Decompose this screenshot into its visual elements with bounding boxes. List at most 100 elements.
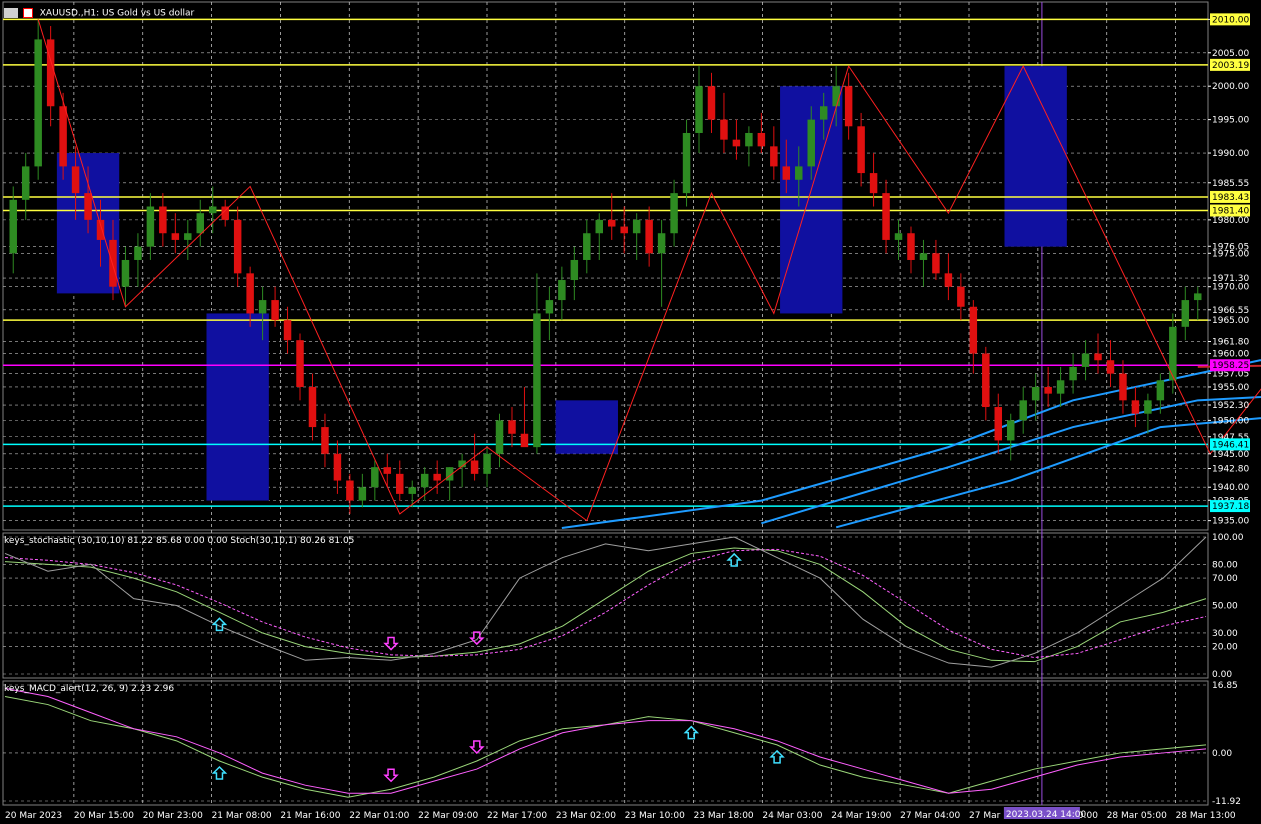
candle-body — [1044, 386, 1052, 394]
sub-y-tick-label: 30.00 — [1212, 629, 1238, 639]
candle-body — [483, 453, 491, 474]
sub-y-tick-label: 80.00 — [1212, 560, 1238, 570]
x-tick-label: 23 Mar 18:00 — [694, 811, 754, 821]
candle-body — [84, 193, 92, 220]
candle-body — [1144, 400, 1152, 414]
candle-body — [595, 219, 604, 234]
candle-body — [333, 453, 342, 481]
candle-body — [1131, 400, 1140, 414]
candle-body — [757, 132, 766, 147]
panel-frame — [2, 680, 1209, 806]
chart-header: XAUUSD.,H1: US Gold vs US dollar — [4, 8, 194, 19]
candle-body — [545, 300, 554, 314]
candle-body — [96, 219, 105, 240]
level-label: 1958.25 — [1212, 361, 1249, 371]
chart-icon — [4, 8, 18, 18]
candle-body — [1194, 293, 1202, 301]
candle-body — [770, 146, 778, 167]
candle-body — [109, 239, 117, 287]
sub-y-tick-label: 16.85 — [1212, 681, 1238, 691]
x-tick-label: 22 Mar 01:00 — [349, 811, 409, 821]
y-tick-label: 1980.00 — [1212, 216, 1249, 226]
sub-y-tick-label: -11.92 — [1212, 797, 1241, 807]
y-tick-label: 1952.30 — [1212, 401, 1249, 411]
candle-body — [807, 119, 815, 167]
arrow-up-icon — [211, 765, 228, 780]
candle-body — [408, 487, 416, 494]
candle-body — [1069, 366, 1077, 381]
candle-body — [782, 166, 791, 180]
y-tick-label: 1961.80 — [1212, 338, 1249, 348]
y-tick-label: 1965.00 — [1212, 316, 1249, 326]
candle-body — [1031, 386, 1040, 401]
candle-body — [558, 280, 566, 301]
candle-body — [71, 166, 80, 194]
candle-body — [720, 119, 728, 140]
candle-body — [907, 233, 915, 260]
x-tick-label: 28 Mar 05:00 — [1107, 811, 1167, 821]
macd-panel — [3, 684, 1208, 802]
candle-body — [882, 193, 890, 240]
candle-body — [59, 106, 67, 167]
candle-body — [795, 166, 803, 180]
candle-body — [308, 386, 317, 428]
signal-zone — [206, 313, 269, 501]
x-tick-label: 20 Mar 23:00 — [143, 811, 203, 821]
y-tick-label: 1955.00 — [1212, 383, 1249, 393]
y-tick-label: 1970.00 — [1212, 283, 1249, 293]
indicator-line — [4, 695, 1207, 798]
candle-body — [508, 420, 516, 434]
candle-body — [832, 86, 840, 107]
macd-title: keys_MACD_alert(12, 26, 9) 2.23 2.96 — [4, 684, 175, 694]
candle-body — [994, 407, 1003, 441]
indicator-line — [4, 548, 1207, 659]
candle-body — [1169, 326, 1177, 381]
y-tick-label: 1942.80 — [1212, 465, 1249, 475]
candle-body — [745, 132, 753, 147]
level-label: 1981.40 — [1212, 207, 1249, 217]
candle-body — [171, 233, 180, 240]
candle-body — [196, 213, 205, 234]
candle-body — [1119, 373, 1127, 401]
candle-body — [932, 253, 940, 274]
candle-body — [358, 487, 367, 501]
candle-body — [420, 473, 429, 488]
candle-body — [21, 166, 30, 200]
level-label: 2003.19 — [1212, 61, 1249, 71]
candle-body — [869, 173, 878, 194]
x-tick-label: 23 Mar 10:00 — [625, 811, 685, 821]
y-tick-label: 2005.00 — [1212, 49, 1249, 59]
x-tick-label: 22 Mar 09:00 — [418, 811, 478, 821]
candle-body — [645, 219, 653, 254]
candle-body — [657, 233, 666, 254]
candle-body — [732, 139, 741, 147]
candle-body — [433, 473, 441, 481]
candle-body — [283, 320, 292, 341]
candle-body — [1106, 360, 1115, 374]
trading-chart[interactable]: 20 Mar 2023 20 Mar 15:00 20 Mar 23:00 21 Ma… — [0, 0, 1261, 824]
candle-body — [246, 273, 254, 314]
candle-body — [620, 226, 628, 234]
y-tick-label: 1935.00 — [1212, 517, 1249, 527]
candle-body — [570, 259, 579, 281]
signal-zone — [1004, 66, 1067, 247]
y-tick-label: 1945.00 — [1212, 450, 1249, 460]
stoch-title: keys_stochastic (30,10,10) 81.22 85.68 0… — [4, 536, 355, 546]
sub-y-tick-label: 70.00 — [1212, 574, 1238, 584]
candle-body — [34, 39, 42, 167]
candle-body — [707, 86, 716, 120]
candle-body — [533, 313, 541, 448]
candle-body — [258, 300, 267, 314]
arrow-down-icon — [383, 636, 399, 651]
symbol-title: XAUUSD.,H1: US Gold vs US dollar — [39, 8, 195, 19]
candle-body — [296, 340, 304, 387]
x-tick-label: 21 Mar 08:00 — [212, 811, 272, 821]
candle-body — [233, 219, 242, 274]
stochastic-panel — [3, 536, 1208, 675]
candle-body — [819, 106, 828, 120]
candle-body — [682, 132, 691, 194]
crosshair-time: 2023.03.24 14:00 — [1006, 810, 1087, 820]
arrow-down-icon — [469, 740, 485, 755]
sub-y-tick-label: 50.00 — [1212, 602, 1238, 612]
candle-body — [583, 233, 591, 260]
